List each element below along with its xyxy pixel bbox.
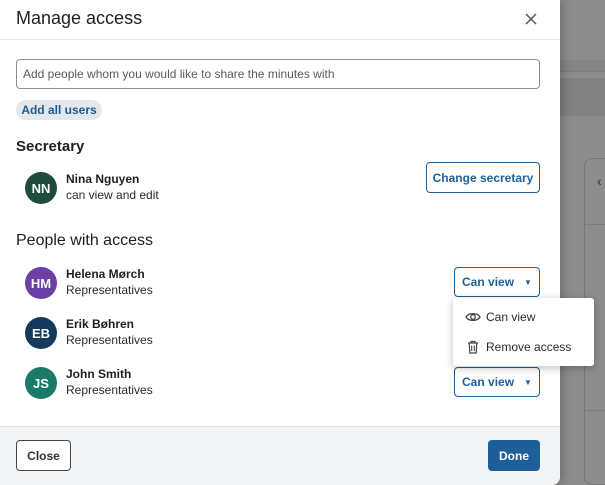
menu-item-label: Can view: [486, 310, 536, 324]
permission-label: Can view: [462, 275, 515, 289]
avatar: JS: [25, 367, 57, 399]
dialog-title: Manage access: [16, 8, 143, 28]
trash-icon: [465, 339, 481, 355]
avatar: EB: [25, 317, 57, 349]
avatar: NN: [25, 172, 57, 204]
permission-dropdown-john[interactable]: Can view ▼: [454, 367, 540, 397]
menu-item-can-view[interactable]: Can view: [453, 303, 594, 331]
secretary-section-title: Secretary: [16, 138, 85, 155]
avatar: HM: [25, 267, 57, 299]
person-name: John Smith: [66, 367, 132, 381]
permission-label: Can view: [462, 375, 515, 389]
caret-down-icon: ▼: [524, 377, 532, 387]
person-group: Representatives: [66, 383, 153, 397]
dialog-footer: Close Done: [0, 426, 560, 485]
menu-item-label: Remove access: [486, 340, 572, 354]
menu-item-remove-access[interactable]: Remove access: [453, 333, 594, 361]
person-group: Representatives: [66, 283, 153, 297]
secretary-role: can view and edit: [66, 188, 159, 202]
permission-dropdown-helena[interactable]: Can view ▼: [454, 267, 540, 297]
person-group: Representatives: [66, 333, 153, 347]
person-name: Erik Bøhren: [66, 317, 135, 331]
people-section-title: People with access: [16, 232, 153, 249]
add-all-users-button[interactable]: Add all users: [16, 100, 102, 120]
done-button[interactable]: Done: [488, 440, 540, 471]
dialog-header: Manage access: [0, 0, 560, 40]
person-name: Helena Mørch: [66, 267, 145, 281]
manage-access-dialog: Manage access Add all users Secretary NN…: [0, 0, 560, 485]
close-dialog-button[interactable]: [520, 8, 542, 30]
permission-menu: Can view Remove access: [453, 298, 594, 366]
eye-icon: [465, 309, 481, 325]
change-secretary-button[interactable]: Change secretary: [426, 162, 540, 193]
close-button[interactable]: Close: [16, 440, 71, 471]
secretary-name: Nina Nguyen: [66, 172, 140, 186]
caret-down-icon: ▼: [524, 277, 532, 287]
share-people-input[interactable]: [16, 59, 540, 89]
close-icon: [525, 13, 537, 25]
